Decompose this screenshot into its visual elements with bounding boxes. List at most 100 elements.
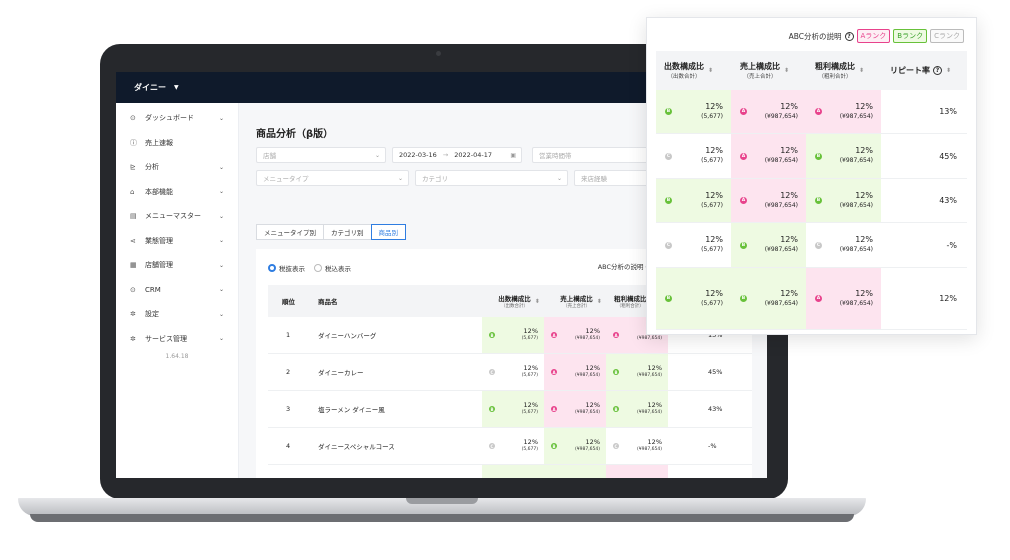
header-qty[interactable]: 出数構成比 （出数合計） ⬍ <box>664 51 726 90</box>
profit-total: (¥987,654) <box>839 246 873 253</box>
rank-a-badge: Aランク <box>856 29 891 43</box>
header-repeat-label: リピート率 <box>890 66 930 75</box>
qty-percent: 12% <box>523 438 538 446</box>
sidebar-item-1[interactable]: ⓘ 売上速報 <box>116 131 238 156</box>
sidebar-item-label: ダッシュボード <box>145 114 194 123</box>
caret-down-icon[interactable]: ▼ <box>174 84 179 91</box>
rank-b-icon: B <box>489 406 495 412</box>
table-row[interactable]: B 12% (5,677) B 12% (¥987,654) A 12% (¥987,654) 1… <box>656 268 967 330</box>
tab-menu-type[interactable]: メニュータイプ別 <box>256 224 324 240</box>
sidebar-item-5[interactable]: ⋖ 業態管理 ⌄ <box>116 229 238 254</box>
sidebar-item-8[interactable]: ✲ 設定 ⌄ <box>116 302 238 327</box>
rank-a-icon: A <box>551 369 557 375</box>
table-row[interactable]: B 12% (5,677) A 12% (¥987,654) A 12% (¥987,654) 1… <box>656 90 967 134</box>
profit-percent: 12% <box>855 235 873 244</box>
store-placeholder: 店舗 <box>263 152 276 160</box>
chevron-down-icon: ⌄ <box>218 237 224 245</box>
sidebar-item-label: CRM <box>145 285 161 294</box>
rank-a-icon: A <box>815 108 822 115</box>
hours-select[interactable]: 営業時間帯 <box>532 147 662 163</box>
tax-inclusive-radio[interactable]: 税込表示 <box>314 263 351 273</box>
sidebar-item-2[interactable]: ⊵ 分析 ⌄ <box>116 155 238 180</box>
chevron-down-icon: ⌄ <box>397 174 403 182</box>
rank-b-icon: B <box>665 197 672 204</box>
date-range-field[interactable]: 2022-03-16 → 2022-04-17 ▣ <box>392 147 522 163</box>
sales-value: 12% (¥987,654) <box>765 146 798 166</box>
sidebar-item-3[interactable]: ⌂ 本部機能 ⌄ <box>116 180 238 205</box>
nav-icon: ▦ <box>130 261 137 270</box>
table-row[interactable]: 2 ダイニーカレー C 12% (5,677) A 12% (¥987,654) B 12% (¥9… <box>268 354 752 391</box>
profit-cell: C 12% (¥987,654) <box>606 428 668 464</box>
sales-value: 12% (¥987,654) <box>575 327 600 343</box>
header-qty-sub: （出数合計） <box>667 74 701 80</box>
table-row[interactable]: 4 ダイニースペシャルコース C 12% (5,677) B 12% (¥987,654) C 1… <box>268 428 752 465</box>
sidebar-item-9[interactable]: ✲ サービス管理 ⌄ <box>116 327 238 352</box>
sort-icon: ⬍ <box>708 67 714 74</box>
table-row[interactable]: 5 フライドポテト B12%(5,677)B12%(¥987,654)A12%(¥9… <box>268 465 752 478</box>
version-text: 1.64.18 <box>165 353 189 360</box>
sales-value: 12% (¥987,654) <box>575 401 600 417</box>
qty-value: 12% (5,677) <box>522 438 538 454</box>
profit-value: 12%(¥987,654) <box>840 102 873 122</box>
qty-percent: 12% <box>523 327 538 335</box>
header-repeat[interactable]: リピート率? ⬍ <box>890 51 966 90</box>
sidebar: ⊙ ダッシュボード ⌄ ⓘ 売上速報 ⊵ 分析 ⌄ ⌂ 本部機能 ⌄ ▤ メニューマスター ⌄ ⋖ 業態管理 ⌄… <box>116 103 239 478</box>
table-row[interactable]: 3 塩ラーメン ダイニー風 B 12% (5,677) A 12% (¥987,654) B 12… <box>268 391 752 428</box>
header-sales[interactable]: 売上構成比 （売上合計） ⬍ <box>552 285 610 317</box>
sales-cell: B 12% (¥987,654) <box>731 223 806 267</box>
rank-c-icon: C <box>665 241 672 249</box>
sidebar-item-4[interactable]: ▤ メニューマスター ⌄ <box>116 204 238 229</box>
abc-label[interactable]: ABC分析の説明 <box>789 31 842 42</box>
qty-percent: 12% <box>523 401 538 409</box>
rank-b-icon: B <box>665 108 672 115</box>
qty-total: (5,677) <box>701 157 723 164</box>
sales-cell: A 12% (¥987,654) <box>544 317 606 353</box>
table-row[interactable]: C 12% (5,677) B 12% (¥987,654) C 12% (¥987,654) -… <box>656 223 967 268</box>
help-icon[interactable]: ? <box>844 31 854 41</box>
table-row[interactable]: C 12% (5,677) A 12% (¥987,654) B 12% (¥987,654) 4… <box>656 134 967 179</box>
sales-cell: A 12% (¥987,654) <box>731 90 806 133</box>
header-qty[interactable]: 出数構成比 （出数合計） ⬍ <box>490 285 548 317</box>
store-select[interactable]: 店舗 ⌄ <box>256 147 386 163</box>
table-row[interactable]: B 12% (5,677) A 12% (¥987,654) B 12% (¥987,654) 4… <box>656 179 967 223</box>
tax-exclusive-radio[interactable]: 税抜表示 <box>268 263 305 273</box>
category-placeholder: カテゴリ <box>422 175 448 183</box>
header-profit-sub: （粗利合計） <box>616 304 644 309</box>
qty-total: (5,677) <box>701 299 723 307</box>
rank-a-icon: A <box>551 406 557 412</box>
tab-product[interactable]: 商品別 <box>370 224 406 240</box>
chevron-down-icon: ⌄ <box>556 174 562 182</box>
repeat-cell: 43% <box>881 179 967 222</box>
sidebar-item-6[interactable]: ▦ 店舗管理 ⌄ <box>116 253 238 278</box>
sidebar-item-7[interactable]: ⊙ CRM ⌄ <box>116 278 238 303</box>
sidebar-item-0[interactable]: ⊙ ダッシュボード ⌄ <box>116 106 238 131</box>
rank-b-icon: B <box>740 241 747 249</box>
profit-percent: 12% <box>647 401 662 409</box>
profit-percent: 12% <box>855 288 873 298</box>
qty-cell: B 12%(5,677) <box>482 391 544 427</box>
chevron-down-icon: ⌄ <box>218 188 224 196</box>
header-sales[interactable]: 売上構成比 （売上合計） ⬍ <box>740 51 802 90</box>
date-from: 2022-03-16 <box>399 151 437 159</box>
sidebar-item-label: サービス管理 <box>145 334 187 343</box>
sales-percent: 12% <box>585 438 600 446</box>
camera <box>436 51 441 56</box>
tab-category[interactable]: カテゴリ別 <box>323 224 372 240</box>
product-name: 塩ラーメン ダイニー風 <box>318 406 385 414</box>
header-profit-label: 粗利構成比 <box>614 295 647 303</box>
profit-value: 12%(¥987,654) <box>637 401 662 417</box>
profit-cell: C 12% (¥987,654) <box>806 223 881 267</box>
brand-switcher[interactable]: ダイニー <box>134 82 166 93</box>
menu-type-select[interactable]: メニュータイプ ⌄ <box>256 170 409 186</box>
sidebar-item-label: メニューマスター <box>145 212 201 221</box>
chevron-down-icon: ⌄ <box>218 335 224 343</box>
profit-total: (¥987,654) <box>839 157 873 164</box>
sales-percent: 12% <box>780 146 798 155</box>
profit-total: (¥987,654) <box>637 410 662 415</box>
date-to: 2022-04-17 <box>454 151 493 159</box>
header-profit[interactable]: 粗利構成比 （粗利合計） ⬍ <box>815 51 877 90</box>
header-qty-sub: （出数合計） <box>500 304 528 309</box>
qty-percent: 12% <box>705 101 723 111</box>
profit-cell: B 12% (¥987,654) <box>806 134 881 178</box>
category-select[interactable]: カテゴリ ⌄ <box>415 170 568 186</box>
